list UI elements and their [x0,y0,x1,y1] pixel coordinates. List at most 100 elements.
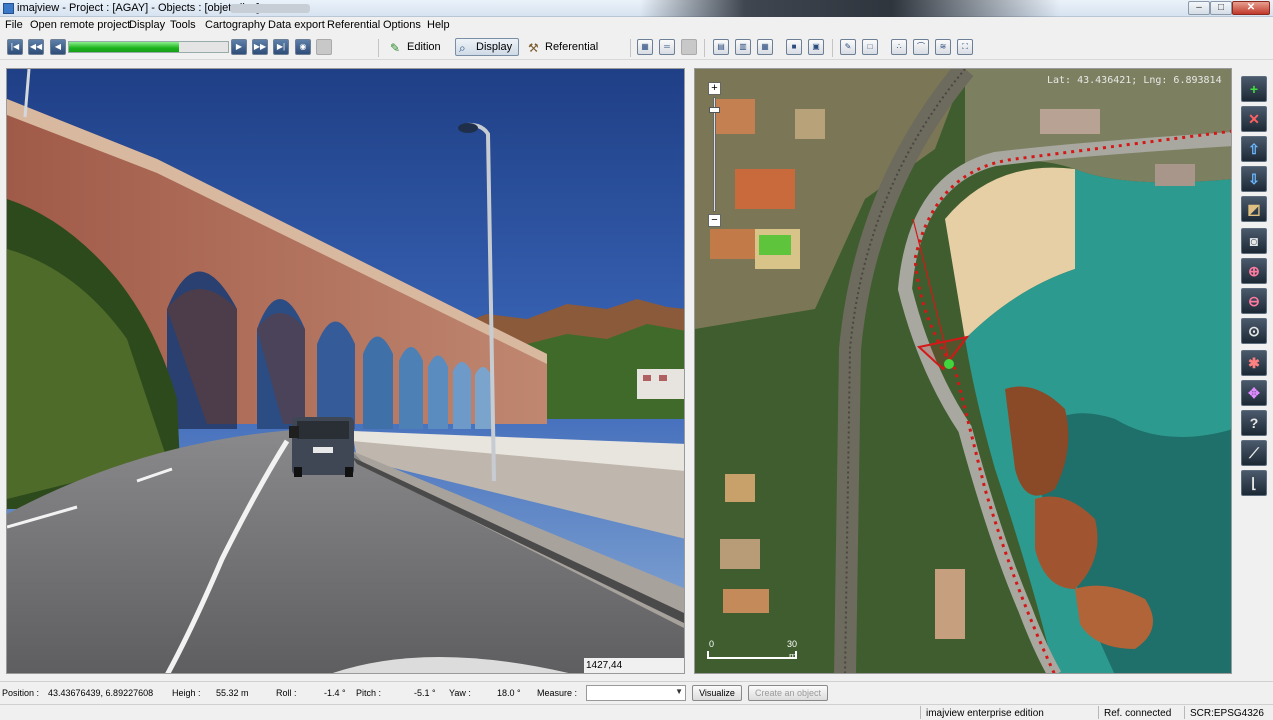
menu-data-export[interactable]: Data export [268,19,325,31]
toolbar-separator [704,39,705,57]
map-zoom-in-button[interactable]: + [708,82,721,95]
zoom-in-icon[interactable]: ⊕ [1241,258,1267,284]
menu-file[interactable]: File [5,19,23,31]
add-icon[interactable]: + [1241,76,1267,102]
upload-icon[interactable]: ⇧ [1241,136,1267,162]
grid-view-1-button[interactable]: ▤ [713,39,729,55]
scale-min-label: 0 [709,639,715,649]
map-coordinates: Lat: 43.436421; Lng: 6.893814 [1047,75,1222,86]
menu-options[interactable]: Options [383,19,421,31]
aerial-map [695,69,1231,673]
connection-status: Ref. connected [1104,708,1172,719]
delete-icon[interactable]: ✕ [1241,106,1267,132]
yaw-value: 18.0 ° [497,688,521,698]
magnifier-icon: ⌕ [459,41,466,55]
edition-mode-button[interactable]: ✎ Edition [386,38,448,56]
hammer-icon: ⚒ [528,41,539,55]
menu-help[interactable]: Help [427,19,450,31]
srs-status: SCR:EPSG4326 [1190,708,1264,719]
title-bar-shadow [640,0,1060,17]
pencil-icon: ✎ [390,41,401,55]
menu-tools[interactable]: Tools [170,19,196,31]
toolbar-separator [630,39,631,57]
pitch-value: -5.1 ° [414,688,436,698]
zoom-out-icon[interactable]: ⊖ [1241,288,1267,314]
target-icon[interactable]: ✥ [1241,380,1267,406]
street-photo [7,69,684,673]
fast-backward-button[interactable]: ◀◀ [28,39,44,55]
measure-label: Measure : [537,688,578,698]
map-zoom-slider-handle[interactable] [709,107,720,113]
map-zoom-slider[interactable] [713,97,716,212]
download-icon[interactable]: ⇩ [1241,166,1267,192]
snapshot-button[interactable]: ◉ [295,39,311,55]
blurred-path [230,4,310,13]
title-bar: imajview - Project : [AGAY] - Objects : … [0,0,1273,17]
fast-forward-button[interactable]: ▶▶ [252,39,268,55]
toolbar-separator [378,39,379,57]
measure-select[interactable]: ▼ [586,685,686,701]
display-mode-button[interactable]: ⌕ Display [455,38,520,56]
chevron-down-icon: ▼ [675,687,683,696]
last-frame-button[interactable]: ▶| [273,39,289,55]
measure-icon[interactable]: ⌊ [1241,470,1267,496]
menu-bar: File Open remote project Display Tools C… [0,17,1273,34]
scale-max-label: 30 [787,639,798,649]
frame-button[interactable]: □ [862,39,878,55]
toolbar-separator [832,39,833,57]
map-zoom-out-button[interactable]: − [708,214,721,227]
grid-view-2-button[interactable]: ▥ [735,39,751,55]
grid-view-3-button[interactable]: ▦ [757,39,773,55]
step-forward-button[interactable]: ▶ [231,39,247,55]
map-view[interactable]: + − Lat: 43.436421; Lng: 6.893814 0 30 m [694,68,1232,674]
menu-cartography[interactable]: Cartography [205,19,266,31]
yaw-label: Yaw : [449,688,471,698]
frame-readout: 1427,44 [584,658,684,673]
fit-button[interactable]: ⛶ [957,39,973,55]
map-scale-bar [707,651,797,659]
draw-button[interactable]: ✎ [840,39,856,55]
first-frame-button[interactable]: |◀ [7,39,23,55]
photo-view[interactable] [6,68,685,674]
referential-label: Referential [545,41,599,53]
menu-referential[interactable]: Referential [327,19,380,31]
edition-status: imajview enterprise edition [926,708,1044,719]
layers-button[interactable]: ▦ [637,39,653,55]
step-backward-button[interactable]: ◀ [50,39,66,55]
status-bar: imajview enterprise edition Ref. connect… [0,704,1273,720]
roll-label: Roll : [276,688,297,698]
road-button[interactable]: ═ [659,39,675,55]
menu-open-remote-project[interactable]: Open remote project [30,19,130,31]
create-object-button[interactable]: Create an object [748,685,828,701]
scale-unit-label: m [789,651,797,661]
curve-button[interactable]: ⌒ [913,39,929,55]
lines-button[interactable]: ≋ [935,39,951,55]
menu-display[interactable]: Display [129,19,165,31]
zoom-fit-icon[interactable]: ⊙ [1241,318,1267,344]
maximize-button[interactable]: □ [1210,1,1232,15]
camera-icon[interactable]: ◙ [1241,228,1267,254]
disabled-tool-button[interactable] [681,39,697,55]
minimize-button[interactable]: – [1188,1,1210,15]
app-icon [3,3,14,14]
help-icon[interactable]: ? [1241,410,1267,436]
position-value: 43.43676439, 6.89227608 [48,688,154,698]
toolbar: |◀ ◀◀ ◀ ▶ ▶▶ ▶| ◉ ✎ Edition ⌕ Display ⚒ Ref… [0,35,1273,60]
position-label: Position : [2,688,40,698]
referential-mode-button[interactable]: ⚒ Referential [524,38,605,56]
edition-label: Edition [407,41,441,53]
settings-icon[interactable]: ✱ [1241,350,1267,376]
save-as-button[interactable]: ▣ [808,39,824,55]
height-value: 55.32 m [216,688,249,698]
ruler-icon[interactable]: ⟋ [1241,440,1267,466]
playback-progress-bar[interactable] [68,41,229,53]
visualize-button[interactable]: Visualize [692,685,742,701]
window-title: imajview - Project : [AGAY] - Objects : … [17,2,260,14]
zoom-disabled-button[interactable] [316,39,332,55]
close-button[interactable]: ✕ [1232,1,1270,15]
save-button[interactable]: ■ [786,39,802,55]
points-button[interactable]: ∴ [891,39,907,55]
status-divider [920,706,921,719]
progress-fill [69,42,179,52]
eraser-icon[interactable]: ◩ [1241,196,1267,222]
